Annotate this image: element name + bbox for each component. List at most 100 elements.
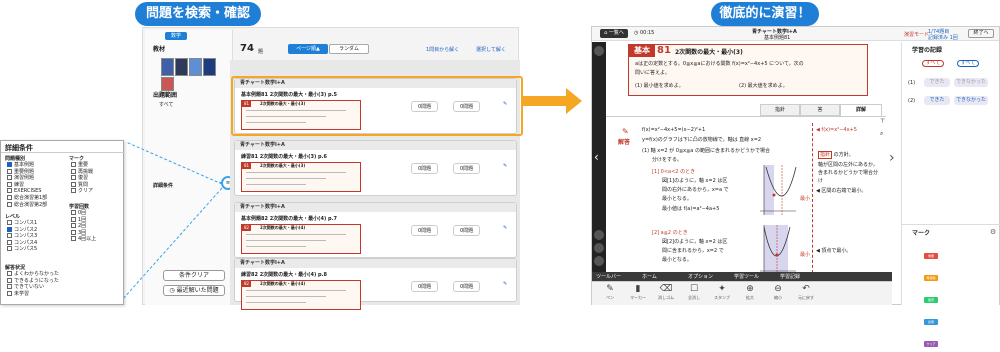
book-thumbnail[interactable] xyxy=(161,58,174,76)
result-card[interactable]: 青チャート数学Ⅰ+A 練習82 2次関数の最大・最小(4) p.8 82 2次関数の最… xyxy=(234,258,517,310)
checkbox[interactable] xyxy=(7,181,12,187)
book-thumbnail[interactable] xyxy=(175,58,188,76)
book-thumbnail[interactable] xyxy=(189,58,202,76)
mark-swatch[interactable]: クリア xyxy=(924,341,938,347)
settings-icon[interactable]: ⚙ xyxy=(990,228,996,236)
tool-button[interactable]: ☐ 全消し xyxy=(682,284,706,301)
card-status-button[interactable]: 0問題 xyxy=(453,225,481,236)
level-option[interactable]: コンパス3 xyxy=(7,233,37,240)
subject-tab[interactable]: 数学 xyxy=(165,32,187,40)
sort-page-button[interactable]: ページ順▲ xyxy=(288,44,328,54)
checkbox[interactable] xyxy=(7,175,12,181)
checkbox[interactable] xyxy=(7,271,12,276)
record-ok-2[interactable]: できた xyxy=(924,96,950,105)
level-option[interactable]: コンパス1 xyxy=(7,220,37,227)
card-status-button[interactable]: 0問題 xyxy=(411,163,439,174)
checkbox[interactable] xyxy=(7,220,12,225)
type-option[interactable]: 総合演習第2部 xyxy=(7,201,47,209)
type-option[interactable]: 総合演習第1部 xyxy=(7,194,47,202)
bottom-tab[interactable]: オプション xyxy=(688,273,713,280)
home-button[interactable]: ⌂ 一覧へ xyxy=(600,29,628,38)
checkbox[interactable] xyxy=(71,216,76,222)
checkbox[interactable] xyxy=(7,290,12,296)
solve-icon[interactable]: ✎ xyxy=(503,281,507,287)
result-card[interactable]: 青チャート数学Ⅰ+A 練習81 2次関数の最大・最小(3) p.6 81 2次関数の最… xyxy=(234,140,517,196)
checkbox[interactable] xyxy=(7,168,12,174)
tool-button[interactable]: ✦ スタンプ xyxy=(710,284,734,301)
record-bad-1[interactable]: できなかった xyxy=(954,78,988,87)
mark-swatch[interactable]: 復習 xyxy=(924,297,938,303)
checkbox[interactable] xyxy=(7,233,12,239)
bottom-tab[interactable]: ホーム xyxy=(642,273,657,280)
mark-swatch[interactable]: 再挑戦 xyxy=(924,275,938,281)
type-option[interactable]: EXERCISES xyxy=(7,188,47,195)
level-option[interactable]: コンパス4 xyxy=(7,239,37,247)
mark-option[interactable]: クリア xyxy=(71,188,93,195)
mark-option[interactable]: 重要 xyxy=(71,162,93,169)
book-thumbnail[interactable] xyxy=(203,58,216,76)
tool-button[interactable]: ↶ 元に戻す xyxy=(794,284,818,301)
count-option[interactable]: 2回 xyxy=(71,223,96,230)
result-card[interactable]: 青チャート数学Ⅰ+A 基本例題82 2次関数の最大・最小(4) p.7 82 2次関数… xyxy=(234,202,517,258)
open-all-link[interactable]: 1問目から解く xyxy=(426,46,459,53)
book-thumbnail[interactable] xyxy=(161,77,174,91)
tool-button[interactable]: ✎ ペン xyxy=(598,284,622,301)
type-option[interactable]: 演習例題 xyxy=(7,175,47,182)
mark-swatch[interactable]: 質問 xyxy=(924,319,938,325)
sort-random-button[interactable]: ランダム xyxy=(329,44,369,54)
card-status-button[interactable]: 0問題 xyxy=(453,163,481,174)
checkbox[interactable] xyxy=(7,162,12,167)
mark-swatch[interactable]: 重要 xyxy=(924,253,938,259)
bottom-tab[interactable]: 学習記録 xyxy=(780,273,800,280)
state-option[interactable]: よくわからなかった xyxy=(7,271,59,278)
tool-button[interactable]: ⊕ 拡大 xyxy=(738,284,762,301)
checkbox[interactable] xyxy=(71,236,76,242)
solve-icon[interactable]: ✎ xyxy=(503,225,507,231)
card-status-button[interactable]: 0問題 xyxy=(411,281,439,292)
search-icon[interactable]: ⌕ xyxy=(880,130,883,138)
card-status-button[interactable]: 0問題 xyxy=(453,281,481,292)
checkbox[interactable] xyxy=(71,162,76,167)
exit-button[interactable]: 終了へ xyxy=(968,29,994,38)
checkbox[interactable] xyxy=(71,229,76,235)
record-all-button[interactable]: すべて xyxy=(922,60,944,67)
tab-detail[interactable]: 詳解 xyxy=(840,104,882,116)
tool-button[interactable]: ⊖ 縮小 xyxy=(766,284,790,301)
checkbox[interactable] xyxy=(7,194,12,200)
rail-button[interactable] xyxy=(594,46,604,56)
level-option[interactable]: コンパス5 xyxy=(7,246,37,253)
checkbox[interactable] xyxy=(7,188,12,194)
next-arrow-icon[interactable]: › xyxy=(889,150,895,166)
checkbox[interactable] xyxy=(7,201,12,207)
checkbox[interactable] xyxy=(71,181,76,187)
solve-icon[interactable]: ✎ xyxy=(503,163,507,169)
card-status-button[interactable]: 0問題 xyxy=(411,225,439,236)
mark-option[interactable]: 復習 xyxy=(71,175,93,182)
prev-arrow-icon[interactable]: ‹ xyxy=(594,150,599,164)
count-option[interactable]: 4回以上 xyxy=(71,236,96,243)
rail-button[interactable] xyxy=(594,256,604,266)
checkbox[interactable] xyxy=(7,277,12,283)
checkbox[interactable] xyxy=(7,239,12,245)
tool-button[interactable]: ⌫ 消しゴム xyxy=(654,284,678,301)
checkbox[interactable] xyxy=(71,175,76,181)
tab-guide[interactable]: 指針 xyxy=(760,104,800,116)
checkbox[interactable] xyxy=(71,188,76,194)
state-option[interactable]: 未学習 xyxy=(7,290,59,298)
state-option[interactable]: できていない xyxy=(7,284,59,291)
record-ok-1[interactable]: できた xyxy=(924,78,950,87)
rail-button[interactable] xyxy=(594,243,604,253)
checkbox[interactable] xyxy=(7,226,12,232)
mark-option[interactable]: 質問 xyxy=(71,181,93,189)
range-value[interactable]: すべて xyxy=(159,101,173,108)
type-option[interactable]: 基本例題 xyxy=(7,162,47,169)
checkbox[interactable] xyxy=(71,223,76,229)
level-option[interactable]: コンパス2 xyxy=(7,226,37,234)
checkbox[interactable] xyxy=(71,210,76,215)
pin-icon[interactable]: ⊤ xyxy=(880,118,885,125)
rail-button[interactable] xyxy=(594,230,604,240)
checkbox[interactable] xyxy=(71,168,76,174)
type-option[interactable]: 練習 xyxy=(7,181,47,189)
bottom-tab[interactable]: 学習ツール xyxy=(734,273,759,280)
tool-button[interactable]: ▮ マーカー xyxy=(626,284,650,301)
